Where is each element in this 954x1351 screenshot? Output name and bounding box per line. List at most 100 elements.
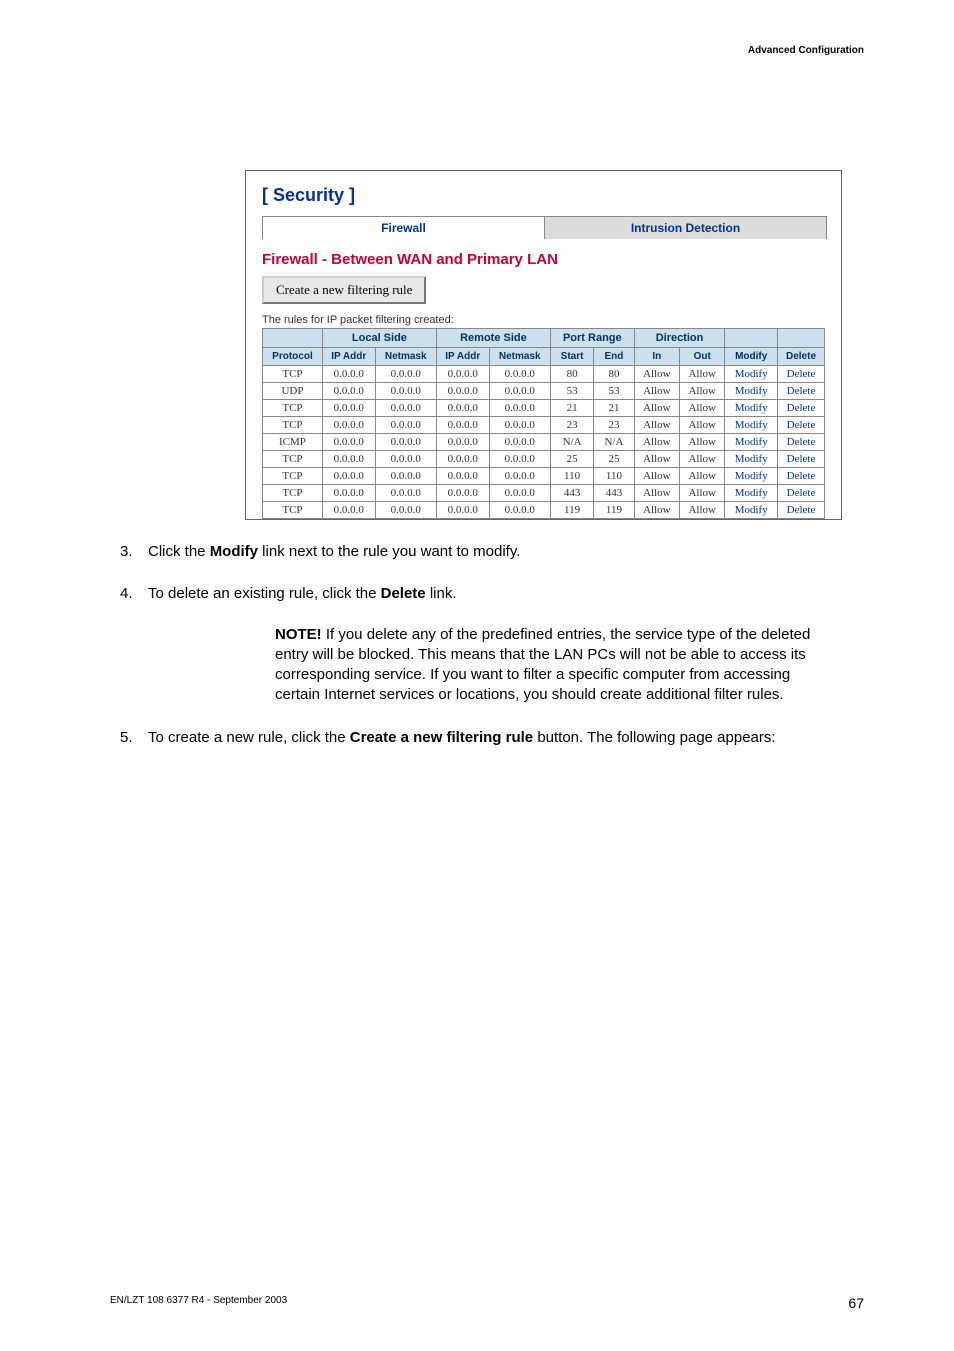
delete-link[interactable]: Delete [777, 383, 824, 400]
table-cell: 53 [594, 383, 634, 400]
table-cell: 0.0.0.0 [436, 434, 489, 451]
table-row: TCP0.0.0.00.0.0.00.0.0.00.0.0.0110110All… [263, 468, 825, 485]
table-cell: Allow [634, 400, 679, 417]
table-cell: Allow [680, 434, 725, 451]
table-cell: Allow [680, 502, 725, 519]
modify-link[interactable]: Modify [725, 366, 778, 383]
table-cell: Allow [634, 468, 679, 485]
delete-link[interactable]: Delete [777, 434, 824, 451]
table-cell: 21 [550, 400, 593, 417]
ch-nm-local: Netmask [375, 348, 436, 366]
delete-link[interactable]: Delete [777, 468, 824, 485]
table-cell: 0.0.0.0 [436, 383, 489, 400]
table-cell: 0.0.0.0 [322, 451, 375, 468]
delete-link[interactable]: Delete [777, 502, 824, 519]
tab-intrusion-detection[interactable]: Intrusion Detection [545, 217, 826, 239]
page-footer: EN/LZT 108 6377 R4 - September 2003 67 [110, 1295, 864, 1311]
note-bold: NOTE! [275, 626, 322, 643]
ch-ip-remote: IP Addr [436, 348, 489, 366]
table-cell: 0.0.0.0 [322, 383, 375, 400]
modify-link[interactable]: Modify [725, 400, 778, 417]
table-row: TCP0.0.0.00.0.0.00.0.0.00.0.0.0119119All… [263, 502, 825, 519]
gh-local: Local Side [322, 329, 436, 348]
table-cell: 119 [550, 502, 593, 519]
tab-firewall[interactable]: Firewall [263, 217, 545, 239]
page-header-right: Advanced Configuration [748, 45, 864, 56]
table-cell: N/A [594, 434, 634, 451]
delete-link[interactable]: Delete [777, 417, 824, 434]
table-cell: 0.0.0.0 [375, 468, 436, 485]
rules-label: The rules for IP packet filtering create… [262, 314, 825, 326]
table-cell: 0.0.0.0 [489, 400, 550, 417]
step-3-num: 3. [120, 542, 148, 562]
gh-remote: Remote Side [436, 329, 550, 348]
delete-link[interactable]: Delete [777, 400, 824, 417]
table-row: UDP0.0.0.00.0.0.00.0.0.00.0.0.05353Allow… [263, 383, 825, 400]
table-cell: 0.0.0.0 [436, 400, 489, 417]
table-cell: 0.0.0.0 [322, 468, 375, 485]
gh-direction: Direction [634, 329, 725, 348]
table-cell: 0.0.0.0 [489, 366, 550, 383]
delete-link[interactable]: Delete [777, 366, 824, 383]
screenshot-panel: [ Security ] Firewall Intrusion Detectio… [245, 170, 842, 520]
table-cell: TCP [263, 468, 323, 485]
modify-link[interactable]: Modify [725, 502, 778, 519]
table-cell: 0.0.0.0 [489, 434, 550, 451]
modify-link[interactable]: Modify [725, 485, 778, 502]
table-cell: 21 [594, 400, 634, 417]
table-cell: 0.0.0.0 [322, 502, 375, 519]
table-cell: Allow [680, 417, 725, 434]
table-cell: ICMP [263, 434, 323, 451]
table-cell: 80 [594, 366, 634, 383]
table-row: TCP0.0.0.00.0.0.00.0.0.00.0.0.02121Allow… [263, 400, 825, 417]
ch-modify: Modify [725, 348, 778, 366]
table-row: TCP0.0.0.00.0.0.00.0.0.00.0.0.02323Allow… [263, 417, 825, 434]
table-cell: 0.0.0.0 [436, 485, 489, 502]
table-cell: 0.0.0.0 [489, 485, 550, 502]
step-4-num: 4. [120, 584, 148, 604]
gh-mod [725, 329, 778, 348]
step-3: 3. Click the Modify link next to the rul… [120, 542, 840, 562]
ch-nm-remote: Netmask [489, 348, 550, 366]
table-cell: Allow [634, 366, 679, 383]
table-cell: 0.0.0.0 [322, 485, 375, 502]
delete-link[interactable]: Delete [777, 451, 824, 468]
table-cell: 0.0.0.0 [436, 366, 489, 383]
table-cell: 0.0.0.0 [375, 366, 436, 383]
step-5-text: To create a new rule, click the Create a… [148, 728, 776, 748]
table-cell: 110 [594, 468, 634, 485]
table-cell: 80 [550, 366, 593, 383]
table-cell: TCP [263, 400, 323, 417]
table-cell: N/A [550, 434, 593, 451]
ch-protocol: Protocol [263, 348, 323, 366]
create-rule-button[interactable]: Create a new filtering rule [262, 276, 426, 304]
ch-end: End [594, 348, 634, 366]
table-cell: 0.0.0.0 [489, 451, 550, 468]
table-cell: 0.0.0.0 [375, 451, 436, 468]
rules-table: Local Side Remote Side Port Range Direct… [262, 328, 825, 519]
table-row: TCP0.0.0.00.0.0.00.0.0.00.0.0.0443443All… [263, 485, 825, 502]
delete-link[interactable]: Delete [777, 485, 824, 502]
table-cell: Allow [680, 485, 725, 502]
table-cell: Allow [634, 502, 679, 519]
table-cell: 0.0.0.0 [436, 451, 489, 468]
modify-link[interactable]: Modify [725, 383, 778, 400]
table-cell: 0.0.0.0 [322, 366, 375, 383]
modify-link[interactable]: Modify [725, 468, 778, 485]
table-group-header: Local Side Remote Side Port Range Direct… [263, 329, 825, 348]
table-cell: Allow [680, 400, 725, 417]
table-cell: TCP [263, 451, 323, 468]
table-cell: 0.0.0.0 [489, 502, 550, 519]
table-cell: 0.0.0.0 [375, 383, 436, 400]
table-cell: 0.0.0.0 [436, 468, 489, 485]
table-cell: 23 [550, 417, 593, 434]
modify-link[interactable]: Modify [725, 434, 778, 451]
step-4: 4. To delete an existing rule, click the… [120, 584, 840, 604]
modify-link[interactable]: Modify [725, 417, 778, 434]
table-cell: 0.0.0.0 [375, 434, 436, 451]
table-cell: 0.0.0.0 [489, 417, 550, 434]
security-title: [ Security ] [262, 185, 825, 206]
modify-link[interactable]: Modify [725, 451, 778, 468]
step-3-text: Click the Modify link next to the rule y… [148, 542, 520, 562]
table-cell: TCP [263, 502, 323, 519]
